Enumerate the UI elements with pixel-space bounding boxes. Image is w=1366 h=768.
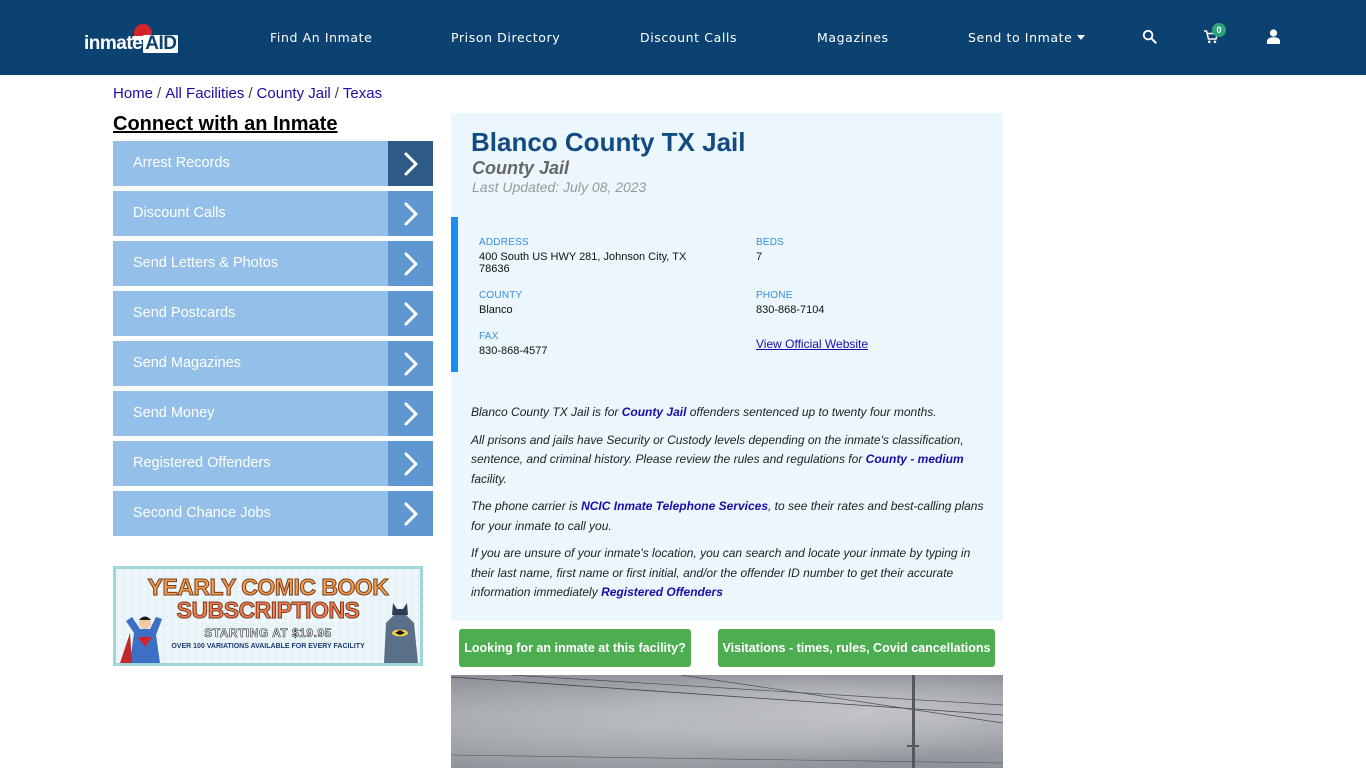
sidebar-item-second-chance-jobs[interactable]: Second Chance Jobs	[113, 491, 433, 536]
chevron-right-icon	[388, 291, 433, 336]
registered-offenders-link[interactable]: Registered Offenders	[601, 585, 723, 599]
sidebar-item-label: Send Postcards	[133, 305, 236, 321]
breadcrumb-separator: /	[248, 85, 253, 102]
cart-count-badge: 0	[1212, 23, 1226, 37]
user-icon	[1266, 28, 1280, 44]
nav-discount-calls[interactable]: Discount Calls	[640, 30, 737, 45]
facility-card: Blanco County TX Jail County Jail Last U…	[451, 113, 1003, 621]
phone-label: PHONE	[756, 290, 793, 301]
description-paragraph: If you are unsure of your inmate's locat…	[471, 546, 971, 599]
county-value: Blanco	[479, 304, 513, 316]
chevron-right-icon	[388, 341, 433, 386]
phone-carrier-link[interactable]: NCIC Inmate Telephone Services	[581, 499, 768, 513]
chevron-right-icon	[388, 191, 433, 236]
sidebar-item-label: Send Letters & Photos	[133, 255, 279, 271]
nav-prison-directory[interactable]: Prison Directory	[451, 30, 560, 45]
breadcrumb-separator: /	[157, 85, 162, 102]
last-updated: Last Updated: July 08, 2023	[472, 179, 647, 195]
phone-value: 830-868-7104	[756, 304, 825, 316]
sidebar-item-discount-calls[interactable]: Discount Calls	[113, 191, 433, 236]
facility-description: Blanco County TX Jail is for County Jail…	[471, 403, 991, 611]
breadcrumb-county-jail[interactable]: County Jail	[257, 85, 331, 102]
chevron-right-icon	[388, 441, 433, 486]
chevron-right-icon	[388, 141, 433, 186]
county-label: COUNTY	[479, 290, 523, 301]
sidebar-item-send-postcards[interactable]: Send Postcards	[113, 291, 433, 336]
official-website-link[interactable]: View Official Website	[756, 337, 868, 351]
main-nav: Find An Inmate Prison Directory Discount…	[0, 0, 1366, 75]
sidebar-item-label: Send Magazines	[133, 355, 242, 371]
sidebar-item-label: Discount Calls	[133, 205, 226, 221]
security-level-link[interactable]: County - medium	[866, 452, 964, 466]
breadcrumb-texas[interactable]: Texas	[343, 85, 382, 102]
account-button[interactable]	[1263, 26, 1283, 46]
chevron-right-icon	[388, 391, 433, 436]
sidebar-item-registered-offenders[interactable]: Registered Offenders	[113, 441, 433, 486]
phone-field: PHONE 830-868-7104	[756, 290, 825, 316]
caret-down-icon	[1077, 35, 1086, 40]
description-paragraph: All prisons and jails have Security or C…	[471, 432, 964, 486]
search-button[interactable]	[1139, 26, 1159, 46]
sidebar-item-label: Registered Offenders	[133, 455, 271, 471]
ad-headline-2: SUBSCRIPTIONS	[176, 597, 360, 624]
ad-subtext: OVER 100 VARIATIONS AVAILABLE FOR EVERY …	[171, 643, 365, 650]
breadcrumb: Home / All Facilities / County Jail / Texas	[113, 85, 382, 102]
sidebar-item-send-money[interactable]: Send Money	[113, 391, 433, 436]
county-jail-link[interactable]: County Jail	[622, 405, 687, 419]
facility-info-panel: ADDRESS 400 South US HWY 281, Johnson Ci…	[451, 217, 1003, 372]
nav-send-to-inmate[interactable]: Send to Inmate	[968, 30, 1086, 45]
comic-subscription-ad[interactable]: YEARLY COMIC BOOK SUBSCRIPTIONS STARTING…	[113, 566, 423, 666]
search-icon	[1142, 29, 1157, 44]
facility-photo-scene	[451, 675, 1003, 768]
breadcrumb-all-facilities[interactable]: All Facilities	[165, 85, 244, 102]
fax-value: 830-868-4577	[479, 345, 548, 357]
sidebar-item-label: Second Chance Jobs	[133, 505, 271, 521]
sidebar-item-send-magazines[interactable]: Send Magazines	[113, 341, 433, 386]
fax-label: FAX	[479, 331, 499, 342]
breadcrumb-separator: /	[334, 85, 339, 102]
beds-label: BEDS	[756, 237, 785, 248]
description-paragraph: Blanco County TX Jail is for County Jail…	[471, 405, 937, 419]
find-inmate-button[interactable]: Looking for an inmate at this facility?	[459, 629, 691, 667]
fax-field: FAX 830-868-4577	[479, 331, 548, 357]
ad-price: STARTING AT $19.95	[204, 626, 332, 641]
site-header: inmate AID Find An Inmate Prison Director…	[0, 0, 1366, 75]
sidebar-item-label: Arrest Records	[133, 155, 230, 171]
chevron-right-icon	[388, 491, 433, 536]
county-field: COUNTY Blanco	[479, 290, 522, 316]
address-line-2: 78636	[479, 263, 510, 275]
beds-field: BEDS 7	[756, 237, 784, 263]
sidebar-title: Connect with an Inmate	[113, 113, 338, 135]
chevron-right-icon	[388, 241, 433, 286]
sidebar-item-arrest-records[interactable]: Arrest Records	[113, 141, 433, 186]
facility-type: County Jail	[472, 158, 570, 178]
facility-name: Blanco County TX Jail	[471, 127, 746, 157]
nav-find-an-inmate[interactable]: Find An Inmate	[270, 30, 372, 45]
address-label: ADDRESS	[479, 237, 529, 248]
address-line-1: 400 South US HWY 281, Johnson City, TX	[479, 251, 687, 263]
facility-photo	[451, 675, 1003, 768]
address-field: ADDRESS 400 South US HWY 281, Johnson Ci…	[479, 237, 709, 275]
website-field: View Official Website	[756, 335, 868, 353]
sidebar-item-send-letters-photos[interactable]: Send Letters & Photos	[113, 241, 433, 286]
nav-magazines[interactable]: Magazines	[817, 30, 889, 45]
sidebar-item-label: Send Money	[133, 405, 215, 421]
sidebar-menu: Arrest Records Discount Calls Send Lette…	[113, 141, 433, 541]
breadcrumb-home[interactable]: Home	[113, 85, 153, 102]
visitations-button[interactable]: Visitations - times, rules, Covid cancel…	[718, 629, 995, 667]
beds-value: 7	[756, 251, 763, 263]
nav-send-to-inmate-label: Send to Inmate	[968, 30, 1073, 45]
description-paragraph: The phone carrier is NCIC Inmate Telepho…	[471, 499, 984, 533]
